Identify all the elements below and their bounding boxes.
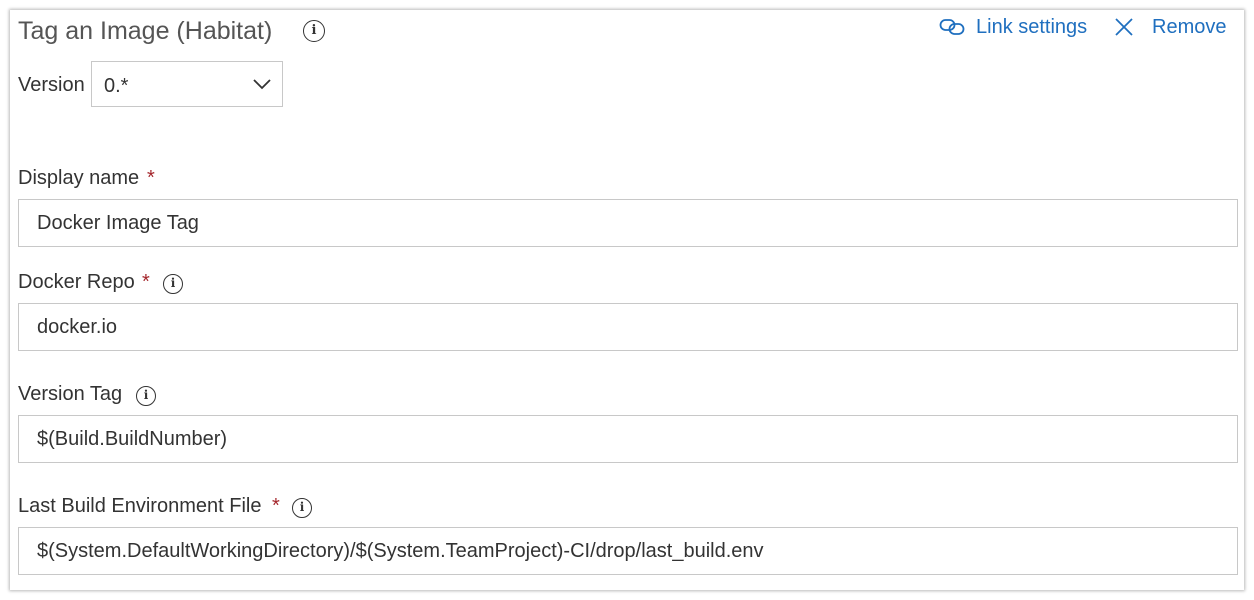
display-name-field[interactable] [18, 199, 1238, 247]
remove-label: Remove [1152, 16, 1227, 38]
version-selected-value: 0.* [104, 75, 129, 97]
close-icon [1115, 18, 1133, 36]
required-marker: * [147, 167, 155, 189]
page-title: Tag an Image (Habitat) [18, 17, 273, 45]
info-icon[interactable]: i [136, 386, 156, 406]
required-marker: * [272, 495, 280, 517]
task-settings-panel: Tag an Image (Habitat) i Link settings R… [10, 10, 1244, 590]
info-icon[interactable]: i [292, 498, 312, 518]
chevron-down-icon [253, 79, 271, 90]
version-label: Version [18, 74, 85, 96]
version-tag-label: Version Tag [18, 383, 123, 405]
docker-repo-field[interactable] [18, 303, 1238, 351]
info-icon[interactable]: i [163, 274, 183, 294]
required-marker: * [142, 271, 150, 293]
docker-repo-label: Docker Repo [18, 271, 135, 293]
version-dropdown[interactable]: 0.* [91, 61, 283, 107]
link-icon [939, 19, 965, 35]
last-build-env-file-label: Last Build Environment File [18, 495, 262, 517]
version-tag-field[interactable] [18, 415, 1238, 463]
info-icon[interactable]: i [303, 20, 325, 42]
display-name-label: Display name [18, 167, 140, 189]
last-build-env-file-field[interactable] [18, 527, 1238, 575]
link-settings-label: Link settings [976, 16, 1088, 38]
